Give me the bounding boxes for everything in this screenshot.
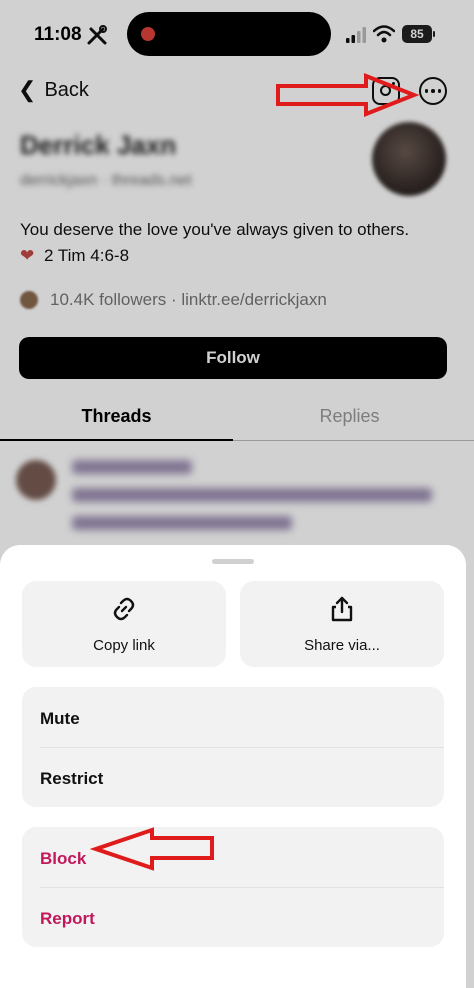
block-report-group: Block Report [22,827,444,947]
action-sheet: Copy link Share via... Mute Restrict Blo… [0,545,466,988]
divider [40,887,444,888]
link-icon [113,597,135,621]
copy-link-label: Copy link [93,637,155,654]
share-icon [331,596,353,622]
share-via-button[interactable]: Share via... [240,581,444,667]
copy-link-button[interactable]: Copy link [22,581,226,667]
mute-restrict-group: Mute Restrict [22,687,444,807]
annotation-arrow-block [90,827,214,871]
divider [40,747,444,748]
share-via-label: Share via... [304,637,380,654]
mute-button[interactable]: Mute [40,709,80,729]
restrict-button[interactable]: Restrict [40,769,103,789]
sheet-grabber[interactable] [212,559,254,564]
block-button[interactable]: Block [40,849,86,869]
annotation-arrow-more [276,73,420,117]
report-button[interactable]: Report [40,909,95,929]
